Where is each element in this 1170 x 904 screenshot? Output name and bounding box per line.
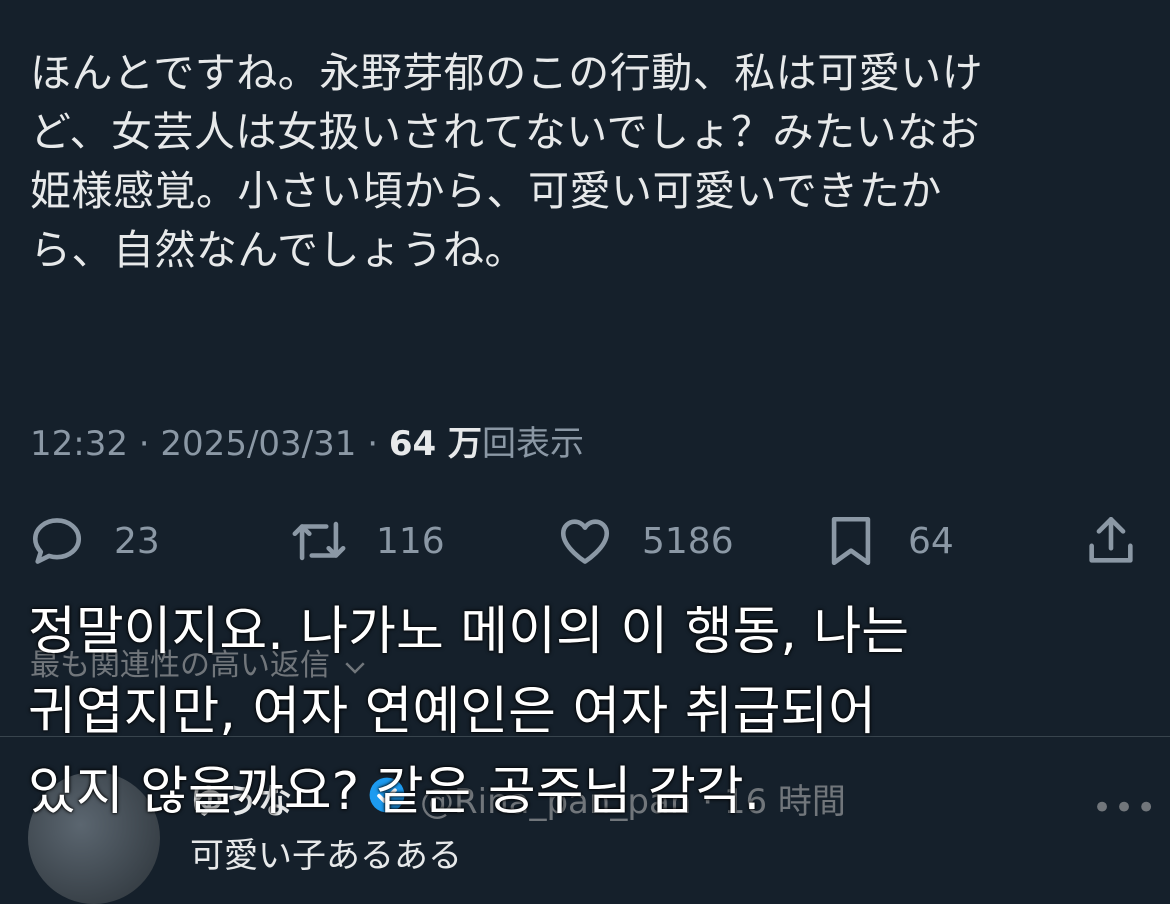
tweet-text-line: ほんとですね。永野芽郁のこの行動、私は可愛いけ (30, 49, 984, 97)
translation-overlay: 정말이지요. 나가노 메이의 이 행동, 나는 귀엽지만, 여자 연예인은 여자… (28, 592, 1148, 832)
bookmark-count: 64 (908, 520, 954, 562)
reply-button[interactable]: 23 (28, 508, 160, 574)
tweet-text-line: 姫様感覚。小さい頃から、可愛い可愛いできたか (30, 167, 942, 215)
share-icon (1089, 516, 1133, 563)
retweet-icon (292, 521, 346, 561)
translation-line: 있지 않을까요? 같은 공주님 감각. (28, 762, 761, 822)
like-count: 5186 (642, 520, 734, 562)
bookmark-icon (831, 516, 871, 566)
retweet-count: 116 (376, 520, 445, 562)
bookmark-button[interactable]: 64 (822, 508, 954, 574)
tweet-text: ほんとですね。永野芽郁のこの行動、私は可愛いけ ど、女芸人は女扱いされてないでし… (30, 44, 1140, 280)
views-count[interactable]: 64 万 (389, 424, 482, 464)
reply-text: 可愛い子あるある (190, 836, 462, 876)
like-button[interactable]: 5186 (556, 508, 734, 574)
heart-icon (560, 519, 610, 564)
translation-line: 정말이지요. 나가노 메이의 이 행동, 나는 (28, 602, 910, 662)
tweet-text-line: ら、自然なんでしょうね。 (30, 226, 526, 274)
tweet-time[interactable]: 12:32 (30, 424, 128, 464)
translation-line: 귀엽지만, 여자 연예인은 여자 취급되어 (28, 682, 877, 742)
tweet-date[interactable]: 2025/03/31 (160, 424, 356, 464)
tweet-meta: 12:32 · 2025/03/31 · 64 万回表示 (30, 416, 584, 465)
reply-icon (32, 518, 82, 564)
share-button[interactable] (1082, 508, 1140, 574)
action-bar: 23 116 5186 64 (0, 508, 1170, 574)
meta-separator: · (138, 424, 150, 464)
meta-separator: · (367, 424, 379, 464)
tweet-text-line: ど、女芸人は女扱いされてないでしょ？みたいなお (30, 108, 980, 156)
views-label[interactable]: 回表示 (482, 424, 584, 464)
retweet-button[interactable]: 116 (290, 508, 445, 574)
reply-count: 23 (114, 520, 160, 562)
